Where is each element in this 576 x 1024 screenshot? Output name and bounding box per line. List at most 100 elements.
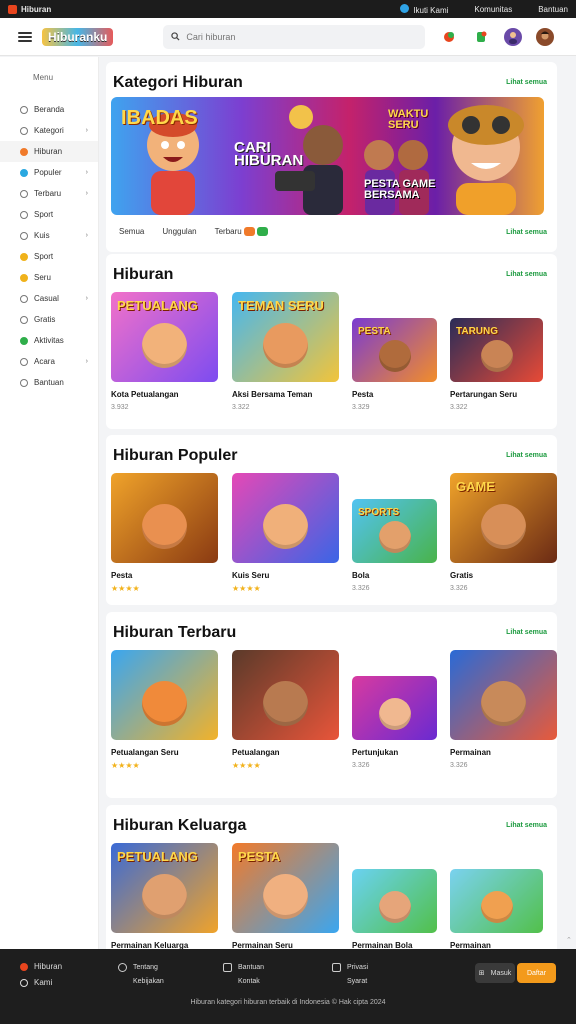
thumbnail-title: TARUNG [456,326,499,337]
sidebar-item-2[interactable]: Hiburan [0,141,98,162]
game-thumbnail[interactable]: SPORTS [352,499,437,563]
game-thumbnail[interactable] [352,869,437,933]
footer-brand-name[interactable]: Hiburan [34,959,62,975]
sidebar-item-10[interactable]: Gratis [0,309,98,330]
sidebar-item-0[interactable]: Beranda [0,99,98,120]
site-logo[interactable]: Hiburanku [42,27,114,46]
footer-link-privacy[interactable]: Privasi [347,964,368,971]
profile-avatar[interactable] [536,27,554,46]
sidebar-item-7[interactable]: Sport [0,246,98,267]
game-card[interactable]: TEMAN SERU Aksi Bersama Teman 3.322 [232,292,339,411]
game-thumbnail[interactable]: TEMAN SERU [232,292,339,382]
footer-link-terms[interactable]: Syarat [332,975,368,989]
game-name: Pertarungan Seru [450,390,518,399]
section-see-all-link[interactable]: Lihat semua [506,452,547,459]
game-card[interactable]: Kuis Seru ★★★★ [232,473,339,593]
footer-brand-sub[interactable]: Kami [34,975,52,991]
sidebar-item-1[interactable]: Kategori › [0,120,98,141]
game-thumbnail[interactable] [450,650,557,740]
sidebar-item-label: Beranda [34,105,65,114]
home-icon [20,105,28,114]
section-see-all-link[interactable]: Lihat semua [506,271,547,278]
game-thumbnail[interactable] [450,869,543,933]
login-button[interactable]: ⊞ Masuk [475,963,515,983]
character-face [379,340,411,372]
game-card[interactable]: Permainan Bola [352,869,459,949]
hero-banner[interactable]: IBADAS CARI HIBURAN WAKTU SERU PESTA GAM… [111,97,544,215]
notification-icon[interactable] [472,27,490,46]
character-face [263,504,308,549]
trophy-icon[interactable] [440,27,458,46]
featured-see-all-link[interactable]: Lihat semua [506,79,547,86]
game-card[interactable]: Pesta ★★★★ [111,473,218,593]
top-link-follow[interactable]: Ikuti Kami [400,3,448,15]
game-meta: 3.326 [352,585,370,592]
top-brand[interactable]: Hiburan [8,4,51,14]
sidebar-item-9[interactable]: Casual › [0,288,98,309]
game-card[interactable]: SPORTS Bola 3.326 [352,499,459,592]
footer-link-help[interactable]: Bantuan [238,964,264,971]
game-card[interactable]: PETUALANG Permainan Keluarga [111,843,218,949]
search-icon [171,32,180,41]
game-card[interactable]: PESTA Pesta 3.329 [352,318,459,411]
game-name: Bola [352,571,370,580]
scroll-indicator-icon[interactable]: ⌃ [566,936,572,944]
sidebar-item-11[interactable]: Aktivitas [0,330,98,351]
game-thumbnail[interactable] [111,473,218,563]
game-meta: 3.329 [352,404,370,411]
game-thumbnail[interactable] [352,676,437,740]
game-thumbnail[interactable]: PETUALANG [111,843,218,933]
footer-logo-icon [20,963,28,971]
rating-stars: ★★★★ [232,584,261,593]
game-card[interactable]: Permainan 3.326 [450,650,557,769]
footer-link-policy[interactable]: Kebijakan [118,975,164,989]
tab-featured[interactable]: Unggulan [162,227,196,236]
banner-text-4: PESTA GAME BERSAMA [364,178,436,201]
game-thumbnail[interactable]: PESTA [232,843,339,933]
game-card[interactable]: PETUALANG Kota Petualangan 3.932 [111,292,218,411]
game-card[interactable]: Petualangan ★★★★ [232,650,339,770]
user-avatar-icon[interactable] [504,27,522,46]
game-name: Pertunjukan [352,748,399,757]
sidebar-item-12[interactable]: Acara › [0,351,98,372]
character-face [142,874,187,919]
game-card[interactable]: GAME Gratis 3.326 [450,473,557,592]
sidebar-item-3[interactable]: Populer › [0,162,98,183]
gift-icon [20,315,28,324]
thumbnail-title: PETUALANG [117,849,198,864]
search-bar[interactable] [163,24,426,49]
section-see-all-link[interactable]: Lihat semua [506,822,547,829]
tabs-see-all-link[interactable]: Lihat semua [506,229,547,236]
thumbnail-title: PETUALANG [117,298,198,313]
tab-all[interactable]: Semua [119,227,144,236]
game-card[interactable]: TARUNG Pertarungan Seru 3.322 [450,318,557,411]
top-link-help[interactable]: Bantuan [538,5,568,14]
chevron-right-icon: › [85,169,88,176]
game-thumbnail[interactable]: PETUALANG [111,292,218,382]
sidebar-item-4[interactable]: Terbaru › [0,183,98,204]
sidebar-item-5[interactable]: Sport [0,204,98,225]
register-button[interactable]: Daftar [517,963,556,983]
game-thumbnail[interactable] [232,650,339,740]
section-title: Hiburan [113,266,174,283]
footer-link-about[interactable]: Tentang [133,964,158,971]
section-see-all-link[interactable]: Lihat semua [506,629,547,636]
game-card[interactable]: PESTA Permainan Seru [232,843,339,949]
game-thumbnail[interactable]: TARUNG [450,318,543,382]
search-input[interactable] [186,31,387,42]
game-card[interactable]: Permainan [450,869,557,949]
header: Hiburanku [0,18,576,56]
sidebar-item-6[interactable]: Kuis › [0,225,98,246]
game-card[interactable]: Petualangan Seru ★★★★ [111,650,218,770]
footer-link-contact[interactable]: Kontak [223,975,264,989]
sidebar-item-8[interactable]: Seru [0,267,98,288]
sidebar-item-13[interactable]: Bantuan [0,372,98,393]
top-link-community[interactable]: Komunitas [474,5,512,14]
game-thumbnail[interactable]: PESTA [352,318,437,382]
game-thumbnail[interactable] [111,650,218,740]
tab-newest[interactable]: Terbaru [215,227,268,237]
game-thumbnail[interactable] [232,473,339,563]
hamburger-menu-icon[interactable] [18,31,32,42]
game-card[interactable]: Pertunjukan 3.326 [352,676,459,769]
game-thumbnail[interactable]: GAME [450,473,557,563]
